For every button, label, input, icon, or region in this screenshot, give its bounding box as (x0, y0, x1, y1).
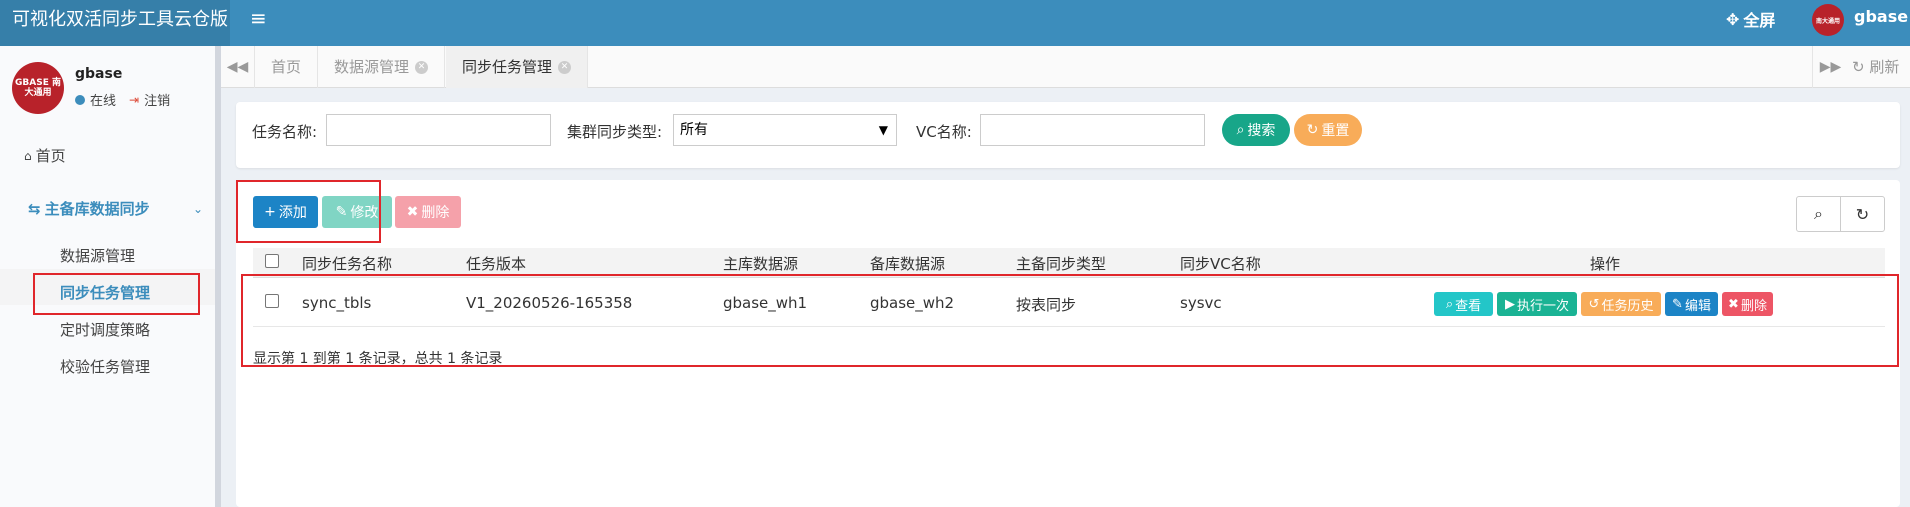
column-header[interactable]: 主库数据源 (723, 253, 798, 274)
search-icon: ⌕ (1814, 204, 1823, 223)
select-all-checkbox[interactable] (265, 254, 279, 268)
close-icon[interactable]: ✕ (415, 61, 429, 74)
header-avatar[interactable]: 南大通用 (1812, 4, 1844, 36)
tab-label: 数据源管理 (334, 58, 410, 76)
column-header[interactable]: 主备同步类型 (1016, 253, 1106, 274)
tab-home[interactable]: 首页 (255, 46, 319, 88)
logout-icon[interactable]: ⇥ (129, 93, 139, 107)
cluster-type-select[interactable]: 所有 ▼ (673, 114, 897, 146)
menu-toggle-icon[interactable]: ≡ (250, 6, 267, 30)
column-header[interactable]: 任务版本 (466, 253, 526, 274)
reset-button[interactable]: ↻ 重置 (1294, 114, 1362, 146)
sidebar-username: gbase (75, 66, 123, 82)
sync-icon: ⇆ (28, 199, 41, 218)
sidebar-scrollbar[interactable] (215, 46, 221, 507)
header-username[interactable]: gbase (1854, 7, 1908, 26)
search-icon: ⌕ (1236, 122, 1245, 138)
vc-name-input[interactable] (980, 114, 1205, 146)
chevron-down-icon: ▼ (878, 123, 888, 137)
user-status: 在线 ⇥ 注销 (75, 90, 170, 109)
cluster-type-label: 集群同步类型: (567, 123, 663, 141)
app-title[interactable]: 可视化双活同步工具云仓版 (0, 0, 230, 46)
tab-datasource[interactable]: 数据源管理 ✕ (318, 46, 446, 88)
column-header[interactable]: 同步任务名称 (302, 253, 392, 274)
user-avatar: GBASE 南大通用 (12, 62, 64, 114)
sidebar-item-schedule[interactable]: 定时调度策略 (60, 319, 150, 340)
column-header[interactable]: 同步VC名称 (1180, 253, 1261, 274)
annotation-box (236, 180, 381, 243)
annotation-box (33, 273, 200, 315)
tab-label: 首页 (271, 58, 302, 76)
vc-name-label: VC名称: (916, 123, 972, 141)
tab-scroll-left-icon[interactable]: ◀◀ (221, 46, 255, 88)
tab-scroll-right-icon[interactable]: ▶▶ (1812, 46, 1848, 88)
close-icon: ✖ (406, 204, 419, 220)
fullscreen-label: 全屏 (1743, 11, 1776, 30)
refresh-icon: ↻ (1852, 58, 1865, 76)
delete-button[interactable]: ✖ 删除 (395, 196, 461, 228)
search-button[interactable]: ⌕ 搜索 (1222, 114, 1290, 146)
delete-button-label: 删除 (421, 205, 450, 221)
sidebar-item-datasource[interactable]: 数据源管理 (60, 245, 135, 266)
home-icon: ⌂ (24, 148, 32, 163)
refresh-label: 刷新 (1869, 58, 1900, 76)
logout-link[interactable]: 注销 (144, 90, 170, 109)
online-label: 在线 (90, 94, 117, 109)
table-search-button[interactable]: ⌕ (1796, 196, 1841, 232)
column-header[interactable]: 备库数据源 (870, 253, 945, 274)
tab-sync-task[interactable]: 同步任务管理 ✕ (446, 46, 589, 88)
fullscreen-button[interactable]: ✥ 全屏 (1726, 7, 1775, 31)
sidebar-group-sync[interactable]: ⇆ 主备库数据同步 ⌄ (28, 198, 203, 219)
annotation-box (241, 274, 1899, 367)
task-name-input[interactable] (326, 114, 551, 146)
sidebar-item-verify-task[interactable]: 校验任务管理 (60, 356, 150, 377)
chevron-down-icon: ⌄ (192, 201, 203, 216)
refresh-icon: ↻ (1855, 204, 1870, 224)
search-button-label: 搜索 (1247, 123, 1276, 139)
cluster-type-value: 所有 (680, 122, 708, 138)
table-refresh-button[interactable]: ↻ (1840, 196, 1885, 232)
online-dot-icon (75, 94, 85, 105)
sidebar-item-label: 首页 (35, 147, 66, 165)
top-header (0, 0, 1910, 46)
column-header: 操作 (1590, 255, 1621, 273)
task-name-label: 任务名称: (252, 123, 318, 141)
refresh-icon: ↻ (1306, 122, 1319, 138)
tab-label: 同步任务管理 (462, 58, 553, 76)
close-icon[interactable]: ✕ (558, 61, 572, 74)
sidebar-group-label: 主备库数据同步 (44, 200, 150, 218)
reset-button-label: 重置 (1321, 123, 1350, 139)
expand-icon: ✥ (1726, 9, 1740, 29)
sidebar-item-home[interactable]: ⌂ 首页 (24, 145, 66, 166)
refresh-tab-button[interactable]: ↻ 刷新 (1852, 46, 1899, 88)
